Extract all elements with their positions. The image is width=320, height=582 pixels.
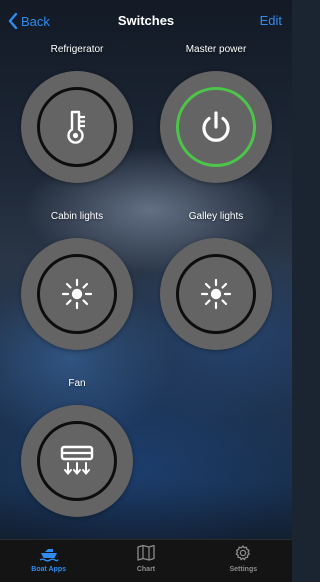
power-icon — [202, 111, 230, 142]
fan-icon — [60, 445, 94, 476]
fan-switch-button[interactable] — [21, 405, 133, 517]
boat-icon — [39, 549, 59, 562]
tab-chart[interactable]: Chart — [97, 540, 194, 582]
tab-label: Settings — [229, 566, 258, 573]
chart-icon — [137, 544, 155, 561]
switch-label: Fan — [68, 378, 86, 389]
thermometer-icon — [67, 110, 85, 144]
switch-label: Refrigerator — [50, 44, 104, 55]
tab-boat-apps[interactable]: Boat Apps — [0, 540, 97, 582]
tab-settings[interactable]: Settings — [195, 540, 292, 582]
refrigerator-switch-button[interactable] — [21, 71, 133, 183]
edit-button[interactable]: Edit — [260, 13, 282, 28]
switch-tile-refrigerator: Refrigerator — [19, 43, 135, 183]
switch-state-ring — [176, 87, 256, 167]
switch-tile-fan: Fan — [19, 377, 135, 517]
cabin-lights-switch-button[interactable] — [21, 238, 133, 350]
page-title: Switches — [117, 13, 175, 28]
light-icon — [200, 278, 232, 310]
switch-label: Master power — [185, 44, 247, 55]
tab-label: Boat Apps — [31, 566, 67, 573]
gear-icon — [235, 545, 251, 561]
light-icon — [61, 278, 93, 310]
switches-screen: Back Switches Edit Refrigerator Master p… — [0, 0, 292, 582]
tab-label: Chart — [136, 566, 156, 573]
switch-state-ring — [37, 421, 117, 501]
switch-label: Cabin lights — [50, 211, 104, 222]
switch-label: Galley lights — [188, 211, 244, 222]
switch-tile-galley-lights: Galley lights — [158, 210, 274, 350]
tab-bar: Boat Apps Chart Settings — [0, 539, 292, 582]
switch-tile-cabin-lights: Cabin lights — [19, 210, 135, 350]
switch-state-ring — [176, 254, 256, 334]
switch-state-ring — [37, 87, 117, 167]
master-power-switch-button[interactable] — [160, 71, 272, 183]
galley-lights-switch-button[interactable] — [160, 238, 272, 350]
switch-state-ring — [37, 254, 117, 334]
navigation-bar: Back Switches Edit — [0, 0, 292, 40]
switch-tile-master-power: Master power — [158, 43, 274, 183]
